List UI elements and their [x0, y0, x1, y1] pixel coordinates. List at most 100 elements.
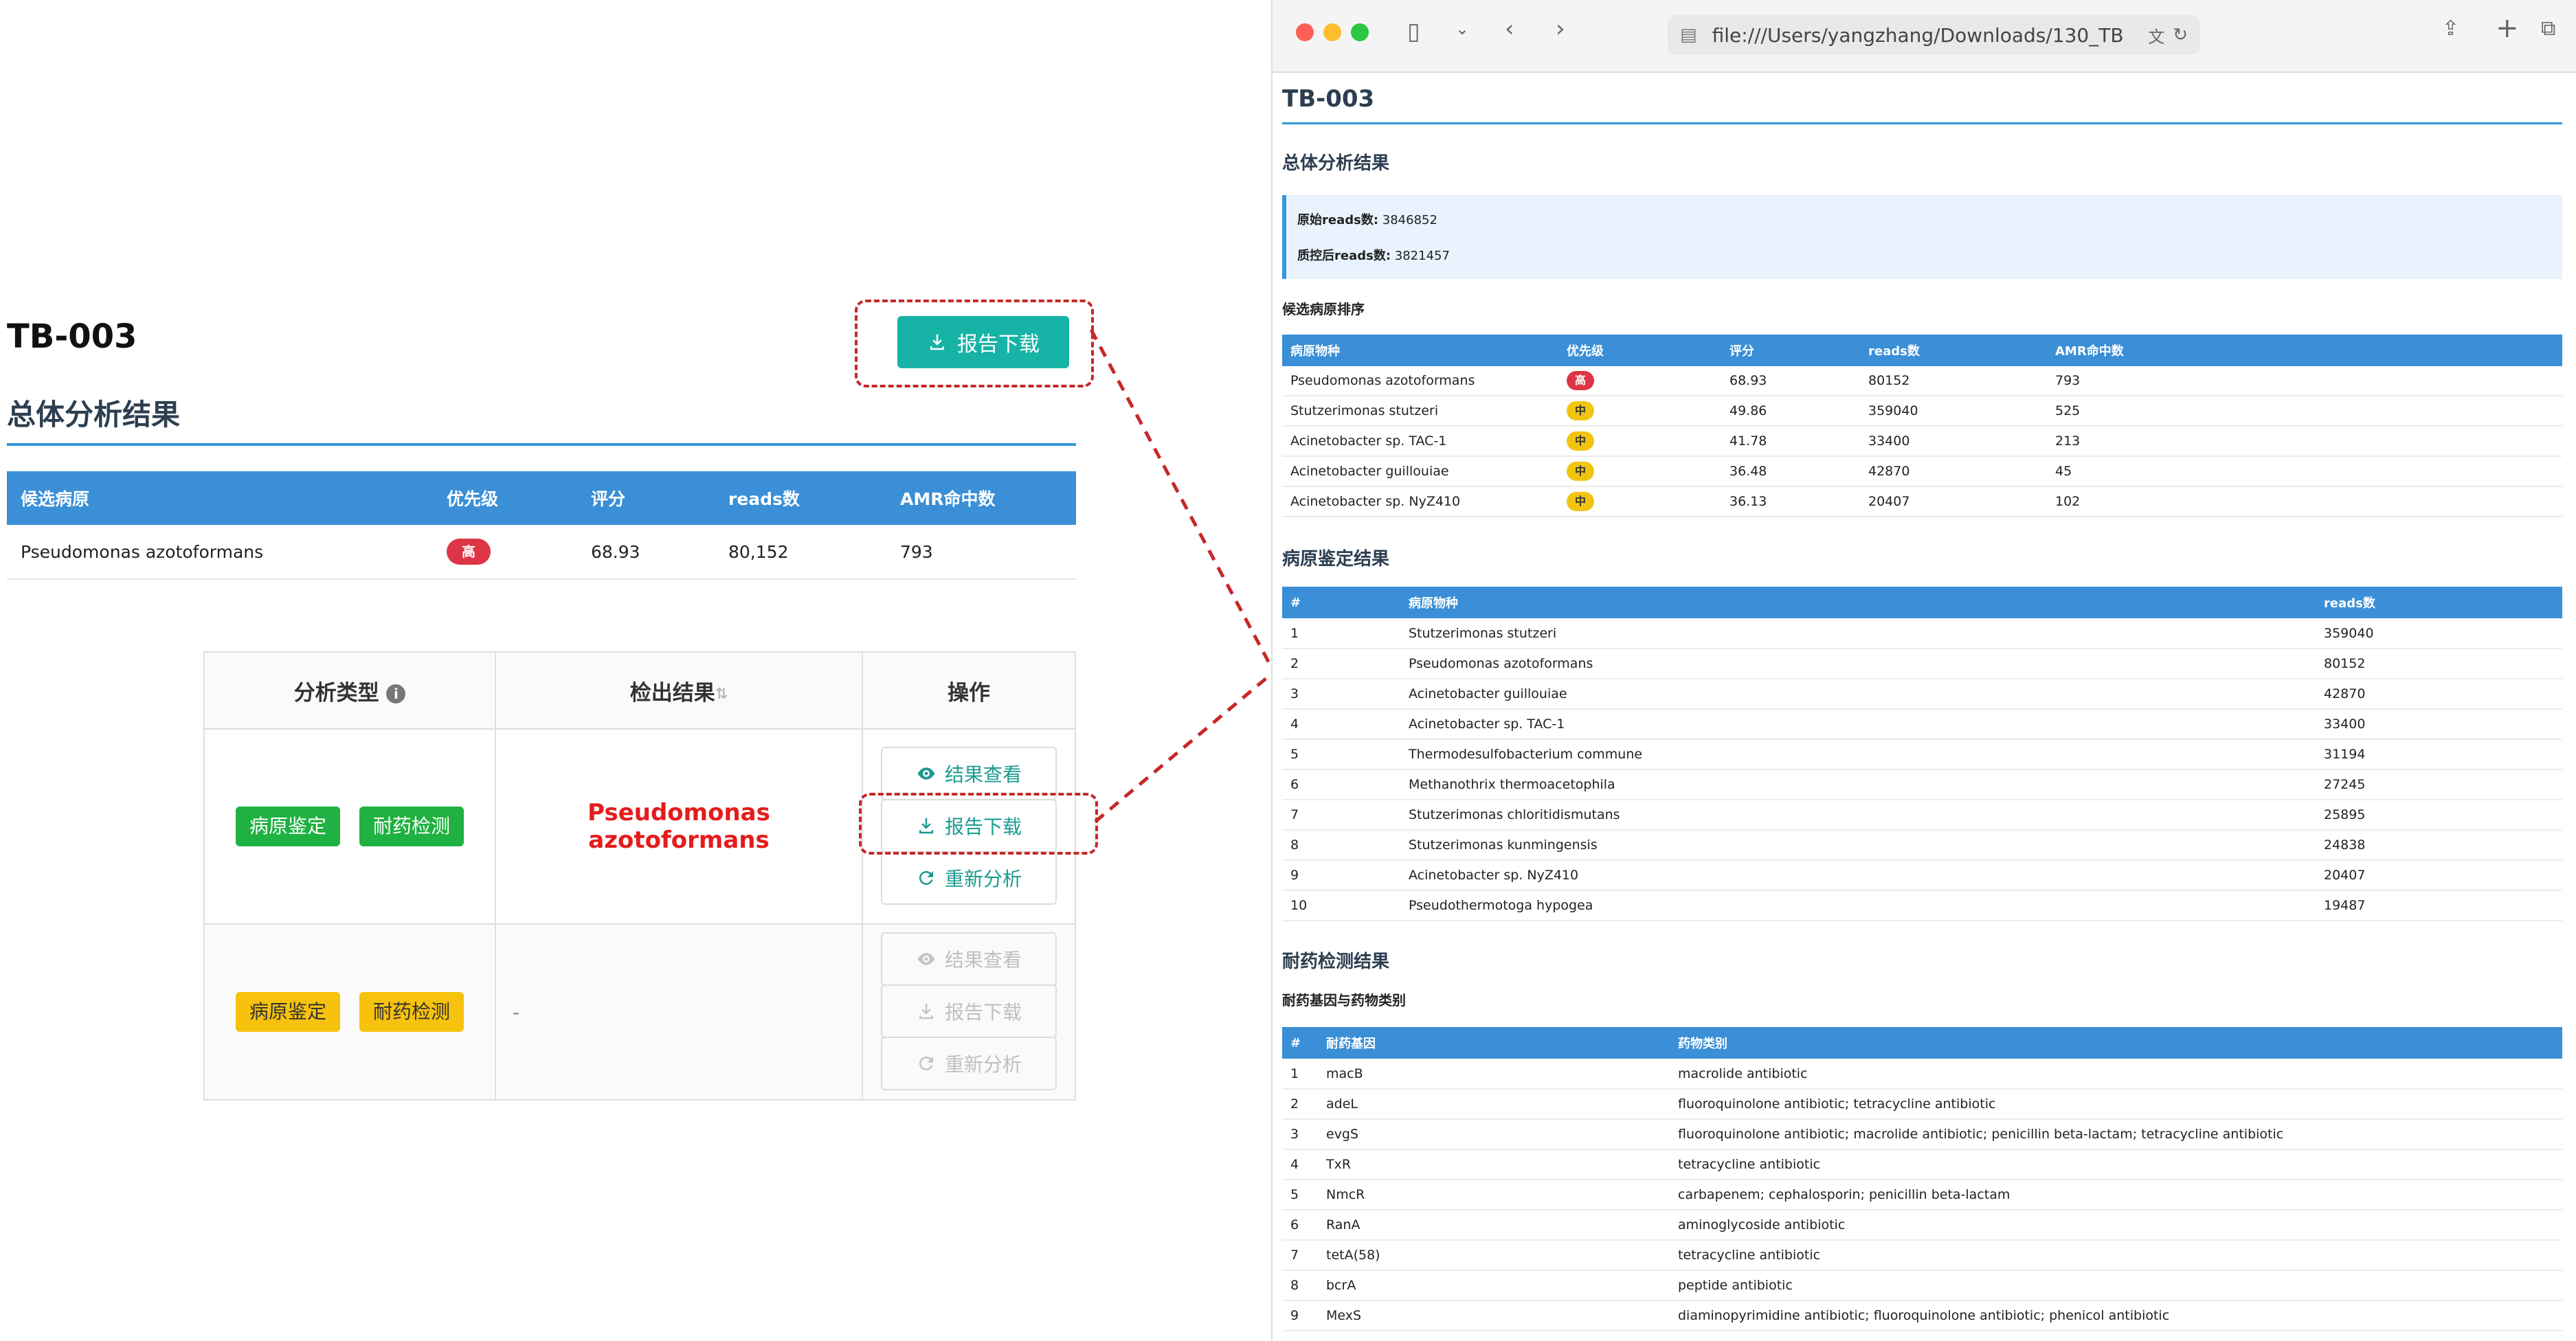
close-window-button[interactable]	[1296, 23, 1314, 41]
address-url: file:///Users/yangzhang/Downloads/130_TB	[1712, 23, 2124, 47]
table-header-row: # 耐药基因 药物类别	[1282, 1027, 2562, 1059]
reads-cell: 42870	[2316, 679, 2562, 710]
raw-reads-value: 3846852	[1382, 213, 1437, 227]
resistance-genes-table: # 耐药基因 药物类别 1 macB macrolide antibiotic 2 ad…	[1282, 1027, 2562, 1331]
table-row: 6 Methanothrix thermoacetophila 27245	[1282, 769, 2562, 800]
resistance-gene: macB	[1318, 1059, 1670, 1090]
zoom-window-button[interactable]	[1351, 23, 1369, 41]
column-header: reads数	[2316, 587, 2562, 618]
report-title: TB-003	[1282, 85, 1375, 113]
raw-reads-label: 原始reads数:	[1297, 213, 1379, 227]
browser-window: ▯ ⌄ ‹ › ▤ file:///Users/yangzhang/Downlo…	[1271, 0, 2576, 1341]
address-bar[interactable]: ▤ file:///Users/yangzhang/Downloads/130_…	[1668, 15, 2200, 55]
pathogen-identification-heading: 病原鉴定结果	[1282, 549, 1390, 570]
pathogen-name: Stutzerimonas stutzeri	[1400, 618, 2316, 649]
drug-class: fluoroquinolone antibiotic; macrolide an…	[1670, 1119, 2562, 1150]
row-index: 9	[1282, 1300, 1318, 1331]
row-index: 5	[1282, 739, 1400, 770]
score-cell: 36.48	[1721, 456, 1860, 487]
row-index: 5	[1282, 1180, 1318, 1210]
table-row: 1 macB macrolide antibiotic	[1282, 1059, 2562, 1090]
table-row: 3 evgS fluoroquinolone antibiotic; macroli…	[1282, 1119, 2562, 1150]
reload-icon[interactable]: ↻	[2173, 25, 2188, 45]
reads-cell: 359040	[2316, 618, 2562, 649]
priority-badge: 中	[1567, 401, 1594, 420]
row-index: 4	[1282, 709, 1400, 740]
table-row: 1 Stutzerimonas stutzeri 359040	[1282, 618, 2562, 649]
minimize-window-button[interactable]	[1323, 23, 1341, 41]
table-row: 2 Pseudomonas azotoformans 80152	[1282, 649, 2562, 679]
column-header: AMR命中数	[2047, 335, 2562, 366]
pathogen-name: Acinetobacter sp. TAC-1	[1282, 426, 1558, 457]
reads-cell: 33400	[2316, 709, 2562, 740]
resistance-gene: TxR	[1318, 1149, 1670, 1180]
connector-line-bottom	[1094, 670, 1275, 823]
pathogen-name: Methanothrix thermoacetophila	[1400, 769, 2316, 800]
priority-badge: 中	[1567, 492, 1594, 511]
reads-cell: 25895	[2316, 800, 2562, 831]
drug-class: aminoglycoside antibiotic	[1670, 1210, 2562, 1241]
pathogen-name: Thermodesulfobacterium commune	[1400, 739, 2316, 770]
table-row: 5 NmcR carbapenem; cephalosporin; penicill…	[1282, 1180, 2562, 1210]
table-row: 9 MexS diaminopyrimidine antibiotic; fluor…	[1282, 1300, 2562, 1331]
table-row: 4 Acinetobacter sp. TAC-1 33400	[1282, 709, 2562, 740]
column-header: 优先级	[1558, 335, 1721, 366]
sidebar-icon[interactable]: ▯	[1407, 18, 1420, 45]
pathogen-name: Stutzerimonas chloritidismutans	[1400, 800, 2316, 831]
annotation-connector	[1089, 328, 1276, 823]
candidate-ranking-table: 病原物种 优先级 评分 reads数 AMR命中数 Pseudomonas az…	[1282, 335, 2562, 517]
resistance-gene: MexS	[1318, 1300, 1670, 1331]
pathogen-name: Acinetobacter sp. NyZ410	[1400, 860, 2316, 891]
score-cell: 68.93	[1721, 366, 1860, 396]
resistance-gene: bcrA	[1318, 1270, 1670, 1301]
resistance-genes-subheading: 耐药基因与药物类别	[1282, 992, 1406, 1008]
pathogen-identification-table: # 病原物种 reads数 1 Stutzerimonas stutzeri 359…	[1282, 587, 2562, 921]
page-icon: ▤	[1680, 25, 1697, 45]
row-index: 1	[1282, 1059, 1318, 1090]
table-row: 7 tetA(58) tetracycline antibiotic	[1282, 1240, 2562, 1271]
forward-icon[interactable]: ›	[1556, 15, 1565, 43]
reads-cell: 20407	[2316, 860, 2562, 891]
tab-overview-icon[interactable]: ⧉	[2541, 16, 2555, 41]
connector-line-top	[1089, 328, 1276, 673]
priority-badge: 中	[1567, 462, 1594, 481]
pathogen-name: Pseudomonas azotoformans	[1282, 366, 1558, 396]
pathogen-name: Pseudomonas azotoformans	[1400, 649, 2316, 679]
reads-cell: 80152	[1860, 366, 2047, 396]
row-index: 2	[1282, 1089, 1318, 1120]
row-index: 2	[1282, 649, 1400, 679]
table-row: 3 Acinetobacter guillouiae 42870	[1282, 679, 2562, 710]
resistance-gene: RanA	[1318, 1210, 1670, 1241]
share-icon[interactable]: ⇪	[2442, 16, 2459, 41]
resistance-gene: adeL	[1318, 1089, 1670, 1120]
priority-badge: 高	[1567, 371, 1594, 390]
resistance-detection-heading: 耐药检测结果	[1282, 951, 1390, 972]
amr-cell: 45	[2047, 456, 2562, 487]
chevron-down-icon[interactable]: ⌄	[1455, 19, 1469, 38]
row-index: 3	[1282, 1119, 1318, 1150]
table-row: 10 Pseudothermotoga hypogea 19487	[1282, 890, 2562, 921]
table-row: 6 RanA aminoglycoside antibiotic	[1282, 1210, 2562, 1241]
overall-heading: 总体分析结果	[1282, 153, 1390, 174]
reads-cell: 19487	[2316, 890, 2562, 921]
row-index: 6	[1282, 769, 1400, 800]
amr-cell: 525	[2047, 396, 2562, 427]
row-index: 7	[1282, 1240, 1318, 1271]
qc-reads-label: 质控后reads数:	[1297, 249, 1391, 263]
new-tab-icon[interactable]: +	[2496, 12, 2519, 44]
pathogen-name: Acinetobacter sp. TAC-1	[1400, 709, 2316, 740]
reads-cell: 20407	[1860, 486, 2047, 517]
pathogen-name: Acinetobacter sp. NyZ410	[1282, 486, 1558, 517]
translate-icon[interactable]: 文	[2148, 23, 2164, 47]
priority-badge: 中	[1567, 431, 1594, 451]
resistance-gene: evgS	[1318, 1119, 1670, 1150]
reads-cell: 24838	[2316, 830, 2562, 861]
row-index: 3	[1282, 679, 1400, 710]
table-header-row: # 病原物种 reads数	[1282, 587, 2562, 618]
back-icon[interactable]: ‹	[1505, 15, 1514, 43]
table-row: Pseudomonas azotoformans 高 68.93 80152 793	[1282, 366, 2562, 396]
qc-reads-value: 3821457	[1394, 249, 1450, 263]
table-row: 8 Stutzerimonas kunmingensis 24838	[1282, 830, 2562, 861]
browser-toolbar: ▯ ⌄ ‹ › ▤ file:///Users/yangzhang/Downlo…	[1273, 0, 2576, 73]
reads-summary-box: 原始reads数: 3846852 质控后reads数: 3821457	[1282, 195, 2562, 279]
